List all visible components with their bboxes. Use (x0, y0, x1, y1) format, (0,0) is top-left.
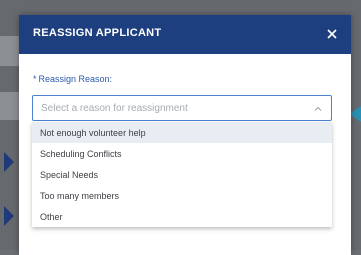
dropdown-option-other[interactable]: Other (32, 206, 332, 227)
label-text: Reassign Reason: (38, 74, 113, 84)
option-label: Too many members (40, 191, 120, 201)
dropdown-option-too-many-members[interactable]: Too many members (32, 185, 332, 206)
chevron-up-icon (314, 106, 322, 111)
reason-dropdown-list: Not enough volunteer help Scheduling Con… (32, 122, 332, 227)
background-arrow-icon (4, 206, 14, 226)
option-label: Not enough volunteer help (40, 128, 146, 138)
reassign-reason-select[interactable]: Select a reason for reassignment (32, 95, 332, 121)
background-arrow-icon (4, 152, 14, 172)
select-placeholder: Select a reason for reassignment (41, 103, 188, 114)
reassign-reason-label: * Reassign Reason: (33, 74, 112, 84)
option-label: Other (40, 212, 63, 222)
close-button[interactable] (323, 25, 341, 43)
dropdown-option-not-enough-volunteer-help[interactable]: Not enough volunteer help (32, 122, 332, 143)
option-label: Scheduling Conflicts (40, 149, 122, 159)
modal-title: REASSIGN APPLICANT (33, 27, 162, 39)
close-icon (327, 29, 337, 39)
required-marker: * (33, 74, 37, 84)
dropdown-option-scheduling-conflicts[interactable]: Scheduling Conflicts (32, 143, 332, 164)
modal-header: REASSIGN APPLICANT (19, 15, 351, 54)
dropdown-option-special-needs[interactable]: Special Needs (32, 164, 332, 185)
reassign-applicant-modal: REASSIGN APPLICANT * Reassign Reason: Sel… (19, 15, 351, 255)
option-label: Special Needs (40, 170, 99, 180)
